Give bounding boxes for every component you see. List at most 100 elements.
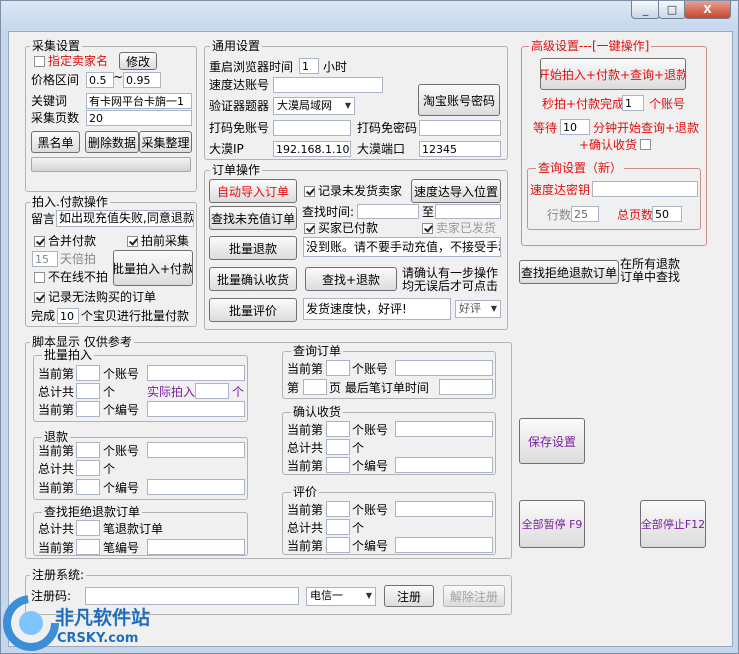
review-total-label: 总计共	[287, 521, 324, 535]
restart-label: 重启浏览器时间	[209, 60, 294, 74]
review-total-value	[326, 519, 350, 535]
speed-acc-input[interactable]	[273, 77, 383, 93]
find-unrecharged-button[interactable]: 查找未充值订单	[209, 206, 297, 230]
total-pages-input[interactable]: 50	[652, 206, 682, 222]
review-box-title: 评价	[291, 485, 320, 499]
times-input[interactable]: 15	[32, 251, 58, 267]
batch-item-value	[147, 401, 245, 417]
sec-done-input[interactable]: 1	[622, 95, 644, 111]
chk-unshipped[interactable]: 记录未发货卖家	[304, 184, 402, 198]
review-cur-label: 当前第	[287, 503, 324, 517]
restart-input[interactable]: 1	[299, 58, 319, 74]
done-post-label: 个宝贝进行批量付款	[81, 309, 190, 323]
advanced-title: 高级设置---[一键操作]	[529, 39, 652, 53]
collect-sort-button[interactable]: 采集整理	[139, 131, 192, 153]
confirm-item-unit: 个编号	[352, 459, 389, 473]
chk-merge[interactable]: 合并付款	[34, 234, 96, 248]
price-min-input[interactable]: 0.5	[86, 72, 114, 88]
stop-all-button[interactable]: 全部停止F12	[640, 500, 706, 548]
batch-buy-button[interactable]: 批量拍入+付款	[113, 250, 193, 286]
find-reject-button[interactable]: 查找拒绝退款订单	[519, 260, 619, 284]
batch-cur2-label: 当前第	[38, 403, 75, 417]
save-settings-button[interactable]: 保存设置	[519, 418, 585, 464]
captcha-acc-label: 打码免账号	[209, 121, 270, 135]
chk-record[interactable]: 记录无法购买的订单	[34, 290, 156, 304]
batch-review-button[interactable]: 批量评价	[209, 298, 297, 322]
taobao-account-button[interactable]: 淘宝账号密码	[418, 84, 500, 116]
rows-input[interactable]: 25	[571, 206, 599, 222]
confirm-total-label: 总计共	[287, 441, 324, 455]
query-cur-value	[326, 360, 350, 376]
hour-label: 小时	[323, 60, 348, 74]
auto-import-button[interactable]: 自动导入订单	[209, 179, 297, 203]
maximize-icon[interactable]: □	[658, 1, 686, 19]
dm-port-input[interactable]: 12345	[419, 141, 501, 157]
keyword-input[interactable]: 有卡网平台卡旓一1	[86, 93, 192, 109]
query-time-label: 查找时间:	[302, 205, 355, 219]
chk-shipped[interactable]: 卖家已发货	[422, 221, 496, 235]
unregister-button[interactable]: 解除注册	[443, 585, 505, 607]
captcha-pwd-input[interactable]	[419, 120, 501, 136]
batch-actual-unit: 个	[232, 385, 245, 399]
batch-cur2-value	[76, 401, 100, 417]
speed-import-button[interactable]: 速度达导入位置	[411, 179, 501, 203]
refund-msg-input[interactable]: 没到账。请不要手动充值，不接受手动	[303, 237, 501, 257]
refund-cur-value	[76, 442, 100, 458]
rows-label: 行数	[547, 208, 572, 222]
pages-input[interactable]: 20	[86, 110, 192, 126]
blacklist-button[interactable]: 黑名单	[31, 131, 80, 153]
dm-ip-input[interactable]: 192.168.1.101	[273, 141, 351, 157]
chk-offline[interactable]: 不在线不拍	[34, 270, 108, 284]
general-title: 通用设置	[210, 39, 263, 53]
chk-precollect[interactable]: 拍前采集	[127, 234, 189, 248]
verifier-select[interactable]: 大漠局域网	[273, 97, 355, 115]
kw-label: 关键词	[31, 94, 68, 108]
pay-title: 拍入.付款操作	[30, 195, 110, 209]
chk-paid[interactable]: 买家已付款	[304, 221, 378, 235]
chk-confirm[interactable]	[640, 139, 654, 150]
done-input[interactable]: 10	[57, 308, 79, 324]
pages-label: 采集页数	[31, 111, 80, 125]
onekey-button[interactable]: 开始拍入+付款+查询+退款	[540, 58, 686, 90]
register-button[interactable]: 注册	[384, 585, 434, 607]
modify-button[interactable]: 修改	[119, 52, 157, 70]
review-cur2-value	[326, 537, 350, 553]
review-item-unit: 个编号	[352, 539, 389, 553]
speed-acc-label: 速度达账号	[209, 78, 270, 92]
dm-port-label: 大漠端口	[357, 142, 406, 156]
query-time-from[interactable]	[357, 204, 419, 219]
speed-key-input[interactable]	[592, 181, 698, 197]
batch-item-unit: 个编号	[103, 403, 140, 417]
sec-unit-label: 个账号	[649, 97, 686, 111]
pause-all-button[interactable]: 全部暂停 F9	[519, 500, 585, 548]
price-max-input[interactable]: 0.95	[123, 72, 161, 88]
review-select[interactable]: 好评	[455, 300, 501, 318]
reject-order-no: 笔编号	[103, 541, 140, 555]
minimize-icon[interactable]: _	[631, 1, 660, 19]
close-icon[interactable]: X	[684, 1, 731, 19]
batch-unit: 个	[103, 385, 116, 399]
total-pages-label: 总页数	[617, 208, 654, 222]
query-time-to[interactable]	[435, 204, 501, 219]
isp-select[interactable]: 电信一	[306, 587, 376, 606]
review-acc-value	[395, 501, 493, 517]
batch-confirm-button[interactable]: 批量确认收货	[209, 267, 297, 291]
confirm-cur-value	[326, 421, 350, 437]
delete-data-button[interactable]: 删除数据	[85, 131, 139, 153]
chk-seller[interactable]: 指定卖家名	[34, 54, 108, 68]
batch-total-value	[76, 383, 100, 399]
verifier-label: 验证器题器	[209, 99, 270, 113]
review-msg-input[interactable]: 发货速度快，好评!	[303, 298, 451, 320]
leave-label: 留言	[31, 212, 56, 226]
captcha-acc-input[interactable]	[273, 120, 351, 136]
confirm-cur2-value	[326, 457, 350, 473]
query-page-post: 页 最后笔订单时间	[329, 381, 429, 395]
confirm-acc-value	[395, 421, 493, 437]
refund-item-value	[147, 479, 245, 495]
wait-input[interactable]: 10	[560, 119, 590, 135]
find-refund-button[interactable]: 查找+退款	[305, 267, 397, 291]
batch-refund-button[interactable]: 批量退款	[209, 236, 297, 260]
times-label: 天倍拍	[60, 252, 97, 266]
leave-input[interactable]: 如出现充值失败,同意退款	[56, 210, 194, 227]
refund-acc-value	[147, 442, 245, 458]
